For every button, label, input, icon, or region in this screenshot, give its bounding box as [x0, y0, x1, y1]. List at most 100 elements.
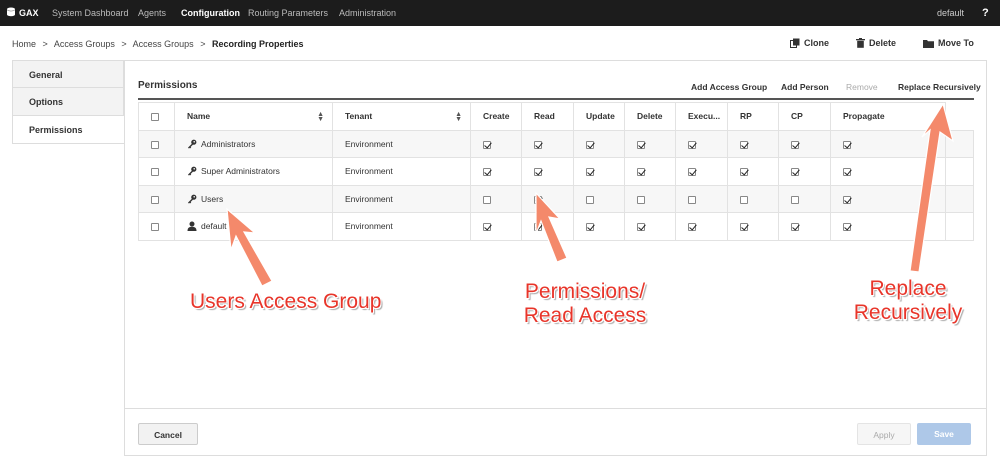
read-checkbox[interactable] — [534, 223, 542, 231]
create-checkbox[interactable] — [483, 168, 491, 176]
nav-agents[interactable]: Agents — [138, 0, 166, 26]
propagate-cell — [829, 129, 947, 158]
row-name[interactable]: default — [201, 221, 227, 231]
column-header-rp: RP — [727, 102, 779, 131]
remove-button[interactable]: Remove — [846, 82, 878, 92]
row-select-cell — [138, 184, 175, 213]
trash-icon — [856, 38, 865, 48]
name-cell: Administrators — [174, 129, 333, 158]
delete-checkbox[interactable] — [637, 140, 645, 149]
read-checkbox[interactable] — [534, 195, 542, 204]
table-row[interactable]: Administrators Environment — [138, 129, 974, 158]
name-cell: Users — [174, 184, 333, 213]
propagate-checkbox[interactable] — [843, 168, 851, 176]
execute-checkbox[interactable] — [688, 195, 696, 204]
gax-logo[interactable]: GAX — [6, 0, 39, 26]
propagate-cell — [829, 157, 947, 186]
rp-checkbox[interactable] — [740, 140, 748, 149]
annotation-replace-line1: Replace — [869, 277, 947, 300]
replace-recursively-button[interactable]: Replace Recursively — [898, 82, 981, 92]
cp-checkbox[interactable] — [791, 140, 799, 149]
row-name[interactable]: Users — [201, 194, 223, 204]
execute-checkbox[interactable] — [688, 140, 696, 149]
propagate-checkbox[interactable] — [843, 223, 851, 231]
tab-permissions[interactable]: Permissions — [12, 116, 124, 144]
add-person-button[interactable]: Add Person — [781, 82, 829, 92]
row-select-checkbox[interactable] — [151, 195, 159, 204]
delete-label: Delete — [869, 38, 897, 48]
save-button[interactable]: Save — [917, 423, 971, 445]
rp-checkbox[interactable] — [740, 223, 748, 231]
delete-cell — [624, 184, 676, 213]
delete-checkbox[interactable] — [637, 168, 645, 176]
title-divider — [138, 98, 974, 100]
breadcrumb-access-groups-folder[interactable]: Access Groups — [133, 39, 194, 49]
delete-checkbox[interactable] — [637, 195, 645, 204]
read-cell — [521, 184, 574, 213]
annotation-replace-line2: Recursively — [853, 301, 963, 324]
execute-checkbox[interactable] — [688, 168, 696, 176]
side-tabs: General Options Permissions — [12, 60, 124, 144]
propagate-checkbox[interactable] — [843, 195, 851, 204]
delete-button[interactable]: Delete — [856, 38, 896, 48]
nav-configuration[interactable]: Configuration — [181, 0, 240, 26]
name-cell: Super Administrators — [174, 157, 333, 186]
update-checkbox[interactable] — [586, 140, 594, 149]
column-header-label: Tenant — [345, 111, 373, 122]
rp-checkbox[interactable] — [740, 168, 748, 176]
row-select-checkbox[interactable] — [151, 168, 159, 176]
read-cell — [521, 212, 574, 241]
cp-checkbox[interactable] — [791, 195, 799, 204]
clone-button[interactable]: Clone — [790, 38, 829, 48]
cp-checkbox[interactable] — [791, 223, 799, 231]
read-checkbox[interactable] — [534, 168, 542, 176]
apply-button[interactable]: Apply — [857, 423, 911, 445]
row-select-cell — [138, 157, 175, 186]
create-checkbox[interactable] — [483, 223, 491, 231]
breadcrumb-separator: > — [200, 39, 206, 49]
cp-cell — [778, 157, 831, 186]
nav-administration[interactable]: Administration — [339, 0, 396, 26]
update-cell — [573, 129, 625, 158]
tab-options[interactable]: Options — [12, 88, 124, 116]
delete-checkbox[interactable] — [637, 223, 645, 231]
rp-checkbox[interactable] — [740, 195, 748, 204]
clone-label: Clone — [804, 38, 830, 48]
read-checkbox[interactable] — [534, 140, 542, 149]
propagate-checkbox[interactable] — [843, 140, 851, 149]
cancel-button[interactable]: Cancel — [138, 423, 198, 445]
row-select-checkbox[interactable] — [151, 140, 159, 149]
column-header-label: Name — [187, 111, 211, 122]
update-checkbox[interactable] — [586, 223, 594, 231]
nav-system-dashboard[interactable]: System Dashboard — [52, 0, 129, 26]
row-select-checkbox[interactable] — [151, 223, 159, 231]
empty-cell — [945, 184, 974, 213]
breadcrumb-home[interactable]: Home — [12, 39, 36, 49]
create-checkbox[interactable] — [483, 140, 491, 149]
update-checkbox[interactable] — [586, 195, 594, 204]
tenant-cell: Environment — [332, 129, 471, 158]
row-name[interactable]: Super Administrators — [201, 166, 280, 176]
execute-checkbox[interactable] — [688, 223, 696, 231]
row-name[interactable]: Administrators — [201, 139, 255, 149]
table-row[interactable]: Super Administrators Environment — [138, 157, 974, 186]
column-header-execute: Execu... — [675, 102, 728, 131]
nav-routing-parameters[interactable]: Routing Parameters — [248, 0, 328, 26]
update-checkbox[interactable] — [586, 168, 594, 176]
tenant-cell: Environment — [332, 184, 471, 213]
execute-cell — [675, 129, 728, 158]
add-access-group-button[interactable]: Add Access Group — [691, 82, 767, 92]
breadcrumb-separator: > — [121, 39, 127, 49]
cp-checkbox[interactable] — [791, 168, 799, 176]
table-row[interactable]: Users Environment — [138, 184, 974, 213]
move-to-button[interactable]: Move To — [923, 38, 974, 48]
create-checkbox[interactable] — [483, 195, 491, 204]
column-header-tenant[interactable]: Tenant ▲ ▼ — [332, 102, 471, 131]
column-header-name[interactable]: Name ▲ ▼ — [174, 102, 333, 131]
user-menu[interactable]: default — [937, 0, 964, 26]
select-all-checkbox[interactable] — [151, 113, 159, 121]
tab-general[interactable]: General — [12, 60, 124, 88]
help-button[interactable]: ? — [982, 0, 989, 26]
breadcrumb-access-groups[interactable]: Access Groups — [54, 39, 115, 49]
table-row[interactable]: default Environment — [138, 212, 974, 241]
